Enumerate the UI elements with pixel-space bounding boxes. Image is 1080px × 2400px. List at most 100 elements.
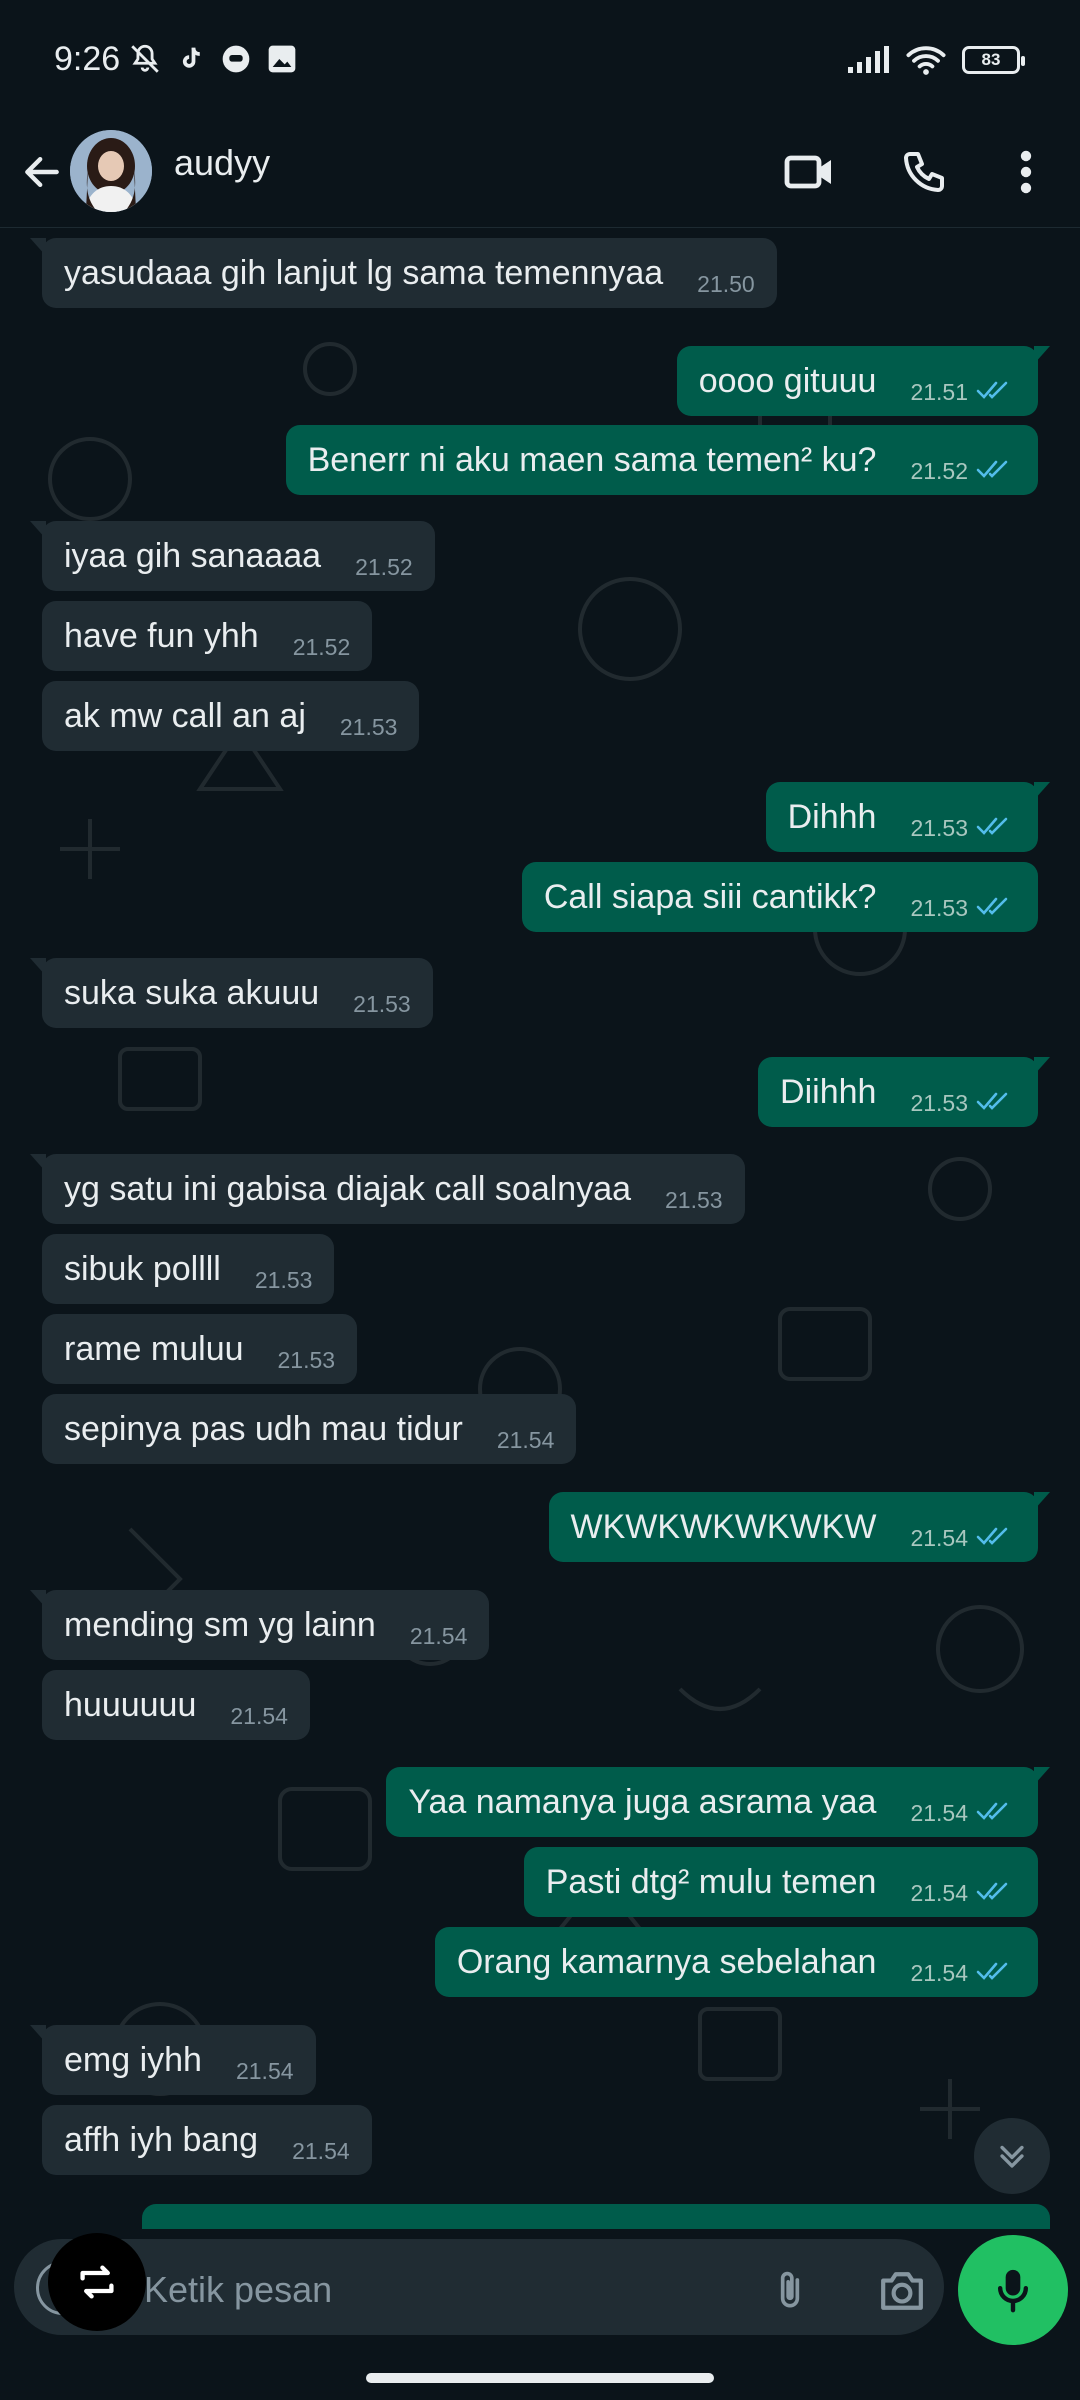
incoming-message[interactable]: suka suka akuuu 21.53	[30, 958, 433, 1028]
message-text: Dihhh	[787, 798, 877, 836]
message-time: 21.54	[292, 2137, 350, 2164]
outgoing-message[interactable]: Call siapa siii cantikk? 21.53	[521, 862, 1038, 932]
back-button[interactable]	[14, 144, 70, 200]
outgoing-message[interactable]: Orang kamarnya sebelahan 21.54	[434, 1927, 1038, 1997]
list-item[interactable]: ak mw call an aj 21.53	[0, 681, 1080, 751]
bubble-tail	[30, 238, 46, 256]
list-item[interactable]: rame muluu 21.53	[0, 1314, 1080, 1384]
list-item[interactable]: Pasti dtg² mulu temen 21.54	[0, 1847, 1080, 1917]
tiktok-icon	[182, 47, 200, 68]
read-ticks-icon	[976, 1092, 1008, 1110]
contact-name[interactable]: audyy	[174, 142, 270, 184]
home-indicator[interactable]	[366, 2373, 714, 2383]
incoming-message[interactable]: mending sm yg lainn 21.54	[30, 1590, 490, 1660]
outgoing-message[interactable]: Diihhh 21.53	[758, 1057, 1050, 1127]
video-call-button[interactable]	[778, 140, 842, 204]
bubble-tail	[30, 1154, 46, 1172]
read-ticks-icon	[976, 817, 1008, 835]
message-text: Call siapa siii cantikk?	[543, 878, 877, 916]
message-input-bar: Ketik pesan	[0, 2229, 1080, 2349]
mic-icon	[997, 2269, 1029, 2313]
list-item[interactable]: yg satu ini gabisa diajak call soalnyaa 2…	[0, 1154, 1080, 1224]
incoming-message[interactable]: have fun yhh 21.52	[42, 601, 373, 671]
more-vert-icon	[1020, 150, 1032, 194]
chat-messages-area[interactable]: yasudaaa gih lanjut lg sama temennyaa 21.…	[0, 229, 1080, 2229]
message-text: huuuuuu	[64, 1686, 197, 1724]
list-item[interactable]: Diihhh 21.53	[0, 1057, 1080, 1127]
message-text: iyaa gih sanaaaa	[64, 537, 322, 575]
camera-button[interactable]	[872, 2263, 932, 2319]
attach-button[interactable]	[762, 2263, 818, 2319]
message-time: 21.53	[353, 990, 411, 1017]
outgoing-message[interactable]: Dihhh 21.53	[765, 782, 1050, 852]
list-item[interactable]: Benerr ni aku maen sama temen² ku? 21.52	[0, 425, 1080, 495]
outgoing-message[interactable]: Pasti dtg² mulu temen 21.54	[523, 1847, 1038, 1917]
message-time: 21.53	[665, 1186, 723, 1213]
gallery-icon	[268, 45, 296, 73]
list-item[interactable]: iyaa gih sanaaaa 21.52	[0, 521, 1080, 591]
voice-message-button[interactable]	[958, 2235, 1068, 2345]
list-item[interactable]: mending sm yg lainn 21.54	[0, 1590, 1080, 1660]
bubble-tail	[30, 521, 46, 539]
list-item[interactable]: Call siapa siii cantikk? 21.53	[0, 862, 1080, 932]
incoming-message[interactable]: yg satu ini gabisa diajak call soalnyaa 2…	[30, 1154, 745, 1224]
message-time: 21.52	[910, 457, 968, 484]
incoming-message[interactable]: affh iyh bang 21.54	[42, 2105, 372, 2175]
battery-icon: 83	[962, 46, 1025, 74]
message-text: affh iyh bang	[64, 2121, 259, 2159]
list-item[interactable]: sepinya pas udh mau tidur 21.54	[0, 1394, 1080, 1464]
status-bar: 9:26 83	[0, 0, 1080, 118]
message-time: 21.53	[277, 1346, 336, 1373]
message-time: 21.53	[339, 713, 398, 740]
list-item[interactable]: WKWKWKWKWKW 21.54	[0, 1492, 1080, 1562]
list-item[interactable]: Orang kamarnya sebelahan 21.54	[0, 1927, 1080, 1997]
outgoing-message[interactable]: WKWKWKWKWKW 21.54	[548, 1492, 1050, 1562]
message-time: 21.53	[254, 1266, 313, 1293]
voice-call-button[interactable]	[892, 140, 956, 204]
message-icon	[222, 45, 250, 73]
list-item[interactable]: Yaa namanya juga asrama yaa 21.54	[0, 1767, 1080, 1837]
incoming-message[interactable]: huuuuuu 21.54	[42, 1670, 310, 1740]
message-time: 21.54	[910, 1524, 968, 1551]
outgoing-message[interactable]: oooo gituuu 21.51	[676, 346, 1050, 416]
swap-icon	[80, 2265, 114, 2299]
message-text: rame muluu	[64, 1330, 244, 1368]
bubble-tail	[1034, 1492, 1050, 1510]
list-item[interactable]: huuuuuu 21.54	[0, 1670, 1080, 1740]
avatar[interactable]	[70, 130, 152, 212]
message-text: Benerr ni aku maen sama temen² ku?	[307, 441, 877, 479]
message-time: 21.51	[910, 378, 968, 405]
list-item[interactable]: oooo gituuu 21.51	[0, 346, 1080, 416]
outgoing-message[interactable]: Benerr ni aku maen sama temen² ku? 21.52	[285, 425, 1038, 495]
incoming-message[interactable]: emg iyhh 21.54	[30, 2025, 316, 2095]
incoming-message[interactable]: sepinya pas udh mau tidur 21.54	[42, 1394, 577, 1464]
outgoing-message[interactable]: Yaa namanya juga asrama yaa 21.54	[386, 1767, 1050, 1837]
incoming-message[interactable]: iyaa gih sanaaaa 21.52	[30, 521, 435, 591]
incoming-message[interactable]: sibuk pollll 21.53	[42, 1234, 335, 1304]
message-time: 21.54	[230, 1702, 288, 1729]
list-item[interactable]: sibuk pollll 21.53	[0, 1234, 1080, 1304]
list-item[interactable]: emg iyhh 21.54	[0, 2025, 1080, 2095]
list-item[interactable]: suka suka akuuu 21.53	[0, 958, 1080, 1028]
incoming-message[interactable]: yasudaaa gih lanjut lg sama temennyaa 21.…	[30, 238, 777, 308]
list-item[interactable]: have fun yhh 21.52	[0, 601, 1080, 671]
message-text: suka suka akuuu	[64, 974, 320, 1012]
scroll-to-bottom-button[interactable]	[974, 2118, 1050, 2194]
floating-switch-button[interactable]	[48, 2233, 146, 2331]
message-text: Pasti dtg² mulu temen	[545, 1863, 877, 1901]
back-arrow-icon	[25, 156, 59, 188]
more-options-button[interactable]	[994, 140, 1058, 204]
message-text: WKWKWKWKWKW	[570, 1508, 877, 1546]
read-ticks-icon	[976, 897, 1008, 915]
status-system-icons: 83	[846, 44, 1025, 76]
message-input-field[interactable]: Ketik pesan	[14, 2239, 944, 2335]
list-item[interactable]: Dihhh 21.53	[0, 782, 1080, 852]
message-input-placeholder[interactable]: Ketik pesan	[144, 2269, 332, 2311]
message-time: 21.53	[910, 1089, 968, 1116]
incoming-message[interactable]: ak mw call an aj 21.53	[42, 681, 420, 751]
bubble-tail	[1034, 782, 1050, 800]
list-item[interactable]: affh iyh bang 21.54	[0, 2105, 1080, 2175]
incoming-message[interactable]: rame muluu 21.53	[42, 1314, 358, 1384]
read-ticks-icon	[976, 1962, 1008, 1980]
list-item[interactable]: yasudaaa gih lanjut lg sama temennyaa 21.…	[0, 238, 1080, 308]
